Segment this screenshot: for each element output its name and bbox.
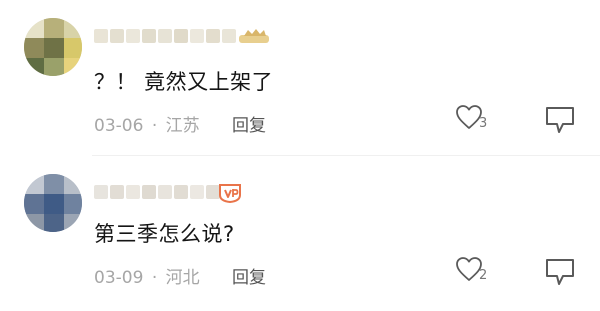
comment-item: 第三季怎么说? 03-09 · 河北 回复 2 <box>0 156 600 311</box>
comment-text: 第三季怎么说? <box>94 222 235 246</box>
comment-date: 03-09 <box>94 268 144 288</box>
speech-bubble-icon <box>546 107 574 133</box>
avatar[interactable] <box>24 174 82 232</box>
username-blurred[interactable] <box>94 184 220 200</box>
reply-button[interactable]: 回复 <box>232 111 266 136</box>
comment-meta: 03-09 · 河北 <box>94 263 200 288</box>
level-badge-icon <box>238 28 270 44</box>
username-blurred[interactable] <box>94 28 236 44</box>
comment-location: 河北 <box>165 268 200 288</box>
avatar[interactable] <box>24 18 82 76</box>
comment-item: ？！ 竟然又上架了 03-06 · 江苏 回复 3 <box>0 0 600 156</box>
meta-separator: · <box>151 116 158 136</box>
comment-button[interactable] <box>543 104 577 136</box>
comment-location: 江苏 <box>165 116 200 136</box>
like-button[interactable]: 2 <box>455 256 495 286</box>
comment-meta: 03-06 · 江苏 <box>94 111 200 136</box>
comment-date: 03-06 <box>94 116 144 136</box>
meta-separator: · <box>151 268 158 288</box>
comment-button[interactable] <box>543 256 577 288</box>
comment-text: ？！ 竟然又上架了 <box>94 70 274 94</box>
speech-bubble-icon <box>546 259 574 285</box>
vip-badge-icon <box>216 182 244 204</box>
reply-button[interactable]: 回复 <box>232 263 266 288</box>
like-button[interactable]: 3 <box>455 104 495 134</box>
like-count: 3 <box>479 116 488 131</box>
like-count: 2 <box>479 268 488 283</box>
